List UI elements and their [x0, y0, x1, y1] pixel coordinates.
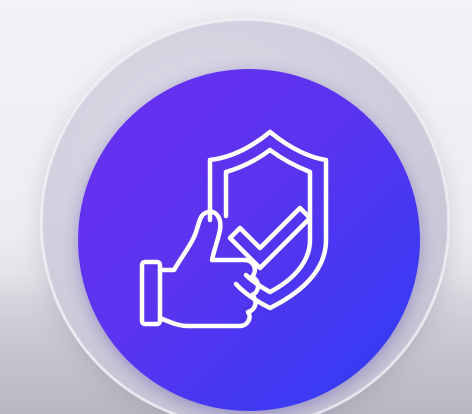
trust-badge-icon [130, 120, 330, 330]
